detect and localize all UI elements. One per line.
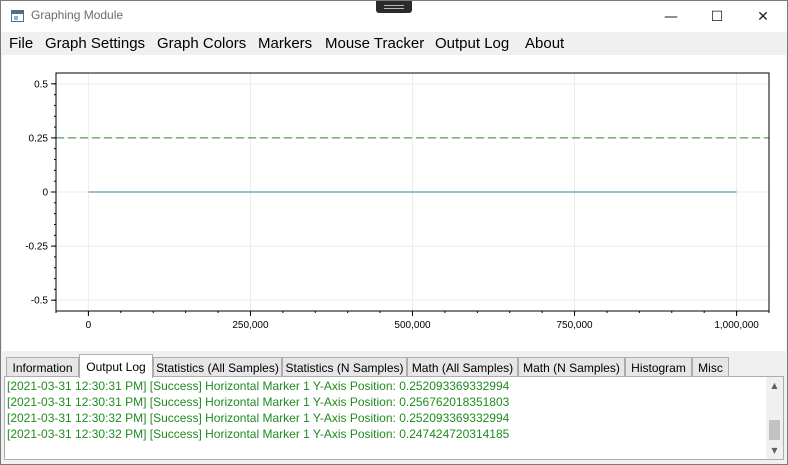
x-tick-label: 500,000 [394, 320, 431, 331]
menu-file[interactable]: File [9, 35, 33, 52]
tab-histogram[interactable]: Histogram [625, 357, 692, 377]
menu-graph-colors[interactable]: Graph Colors [157, 35, 246, 52]
scroll-down-arrow-icon[interactable]: ▼ [766, 442, 783, 459]
graph-panel[interactable]: 0.5 0.25 0 -0.25 -0.5 0 250,000 500,000 750,000 1… [2, 55, 786, 351]
log-scrollbar[interactable]: ▲ ▼ [766, 377, 783, 459]
tab-output-log[interactable]: Output Log [79, 354, 153, 378]
title-bar[interactable]: Graphing Module — ☐ ✕ [1, 1, 787, 32]
chart-svg[interactable]: 0.5 0.25 0 -0.25 -0.5 0 250,000 500,000 750,000 1… [2, 55, 786, 351]
drag-grip-handle[interactable] [376, 1, 412, 13]
menu-output-log[interactable]: Output Log [435, 35, 509, 52]
menu-mouse-tracker[interactable]: Mouse Tracker [325, 35, 424, 52]
app-window-icon [11, 10, 24, 22]
tab-statistics-n-samples[interactable]: Statistics (N Samples) [282, 357, 407, 377]
menu-markers[interactable]: Markers [258, 35, 312, 52]
app-window: Graphing Module — ☐ ✕ File Graph Setting… [0, 0, 788, 465]
window-bottom-edge [1, 460, 787, 464]
menu-bar: File Graph Settings Graph Colors Markers… [1, 32, 787, 55]
close-button[interactable]: ✕ [740, 1, 786, 32]
scroll-up-arrow-icon[interactable]: ▲ [766, 377, 783, 394]
tab-math-n-samples[interactable]: Math (N Samples) [518, 357, 625, 377]
tab-statistics-all-samples[interactable]: Statistics (All Samples) [153, 357, 282, 377]
output-log-panel[interactable]: [2021-03-31 12:30:31 PM] [Success] Horiz… [4, 376, 784, 460]
log-line: [2021-03-31 12:30:31 PM] [Success] Horiz… [7, 379, 510, 393]
log-line: [2021-03-31 12:30:32 PM] [Success] Horiz… [7, 411, 510, 425]
y-tick-label: 0.25 [29, 133, 49, 144]
menu-graph-settings[interactable]: Graph Settings [45, 35, 145, 52]
tab-misc[interactable]: Misc [692, 357, 729, 377]
y-tick-label: 0 [42, 188, 48, 199]
log-line: [2021-03-31 12:30:31 PM] [Success] Horiz… [7, 395, 510, 409]
log-line: [2021-03-31 12:30:32 PM] [Success] Horiz… [7, 427, 510, 441]
x-tick-label: 750,000 [556, 320, 593, 331]
x-tick-label: 1,000,000 [714, 320, 759, 331]
window-title: Graphing Module [31, 8, 124, 22]
y-tick-label: -0.25 [25, 242, 48, 253]
maximize-button[interactable]: ☐ [694, 1, 740, 32]
y-tick-label: -0.5 [31, 296, 49, 307]
tab-math-all-samples[interactable]: Math (All Samples) [407, 357, 518, 377]
menu-about[interactable]: About [525, 35, 564, 52]
tab-bar: Information Output Log Statistics (All S… [1, 353, 787, 378]
minimize-button[interactable]: — [648, 1, 694, 32]
y-tick-label: 0.5 [34, 79, 48, 90]
tab-information[interactable]: Information [6, 357, 79, 377]
x-tick-label: 250,000 [232, 320, 269, 331]
x-tick-label: 0 [86, 320, 92, 331]
scrollbar-thumb[interactable] [769, 420, 780, 440]
